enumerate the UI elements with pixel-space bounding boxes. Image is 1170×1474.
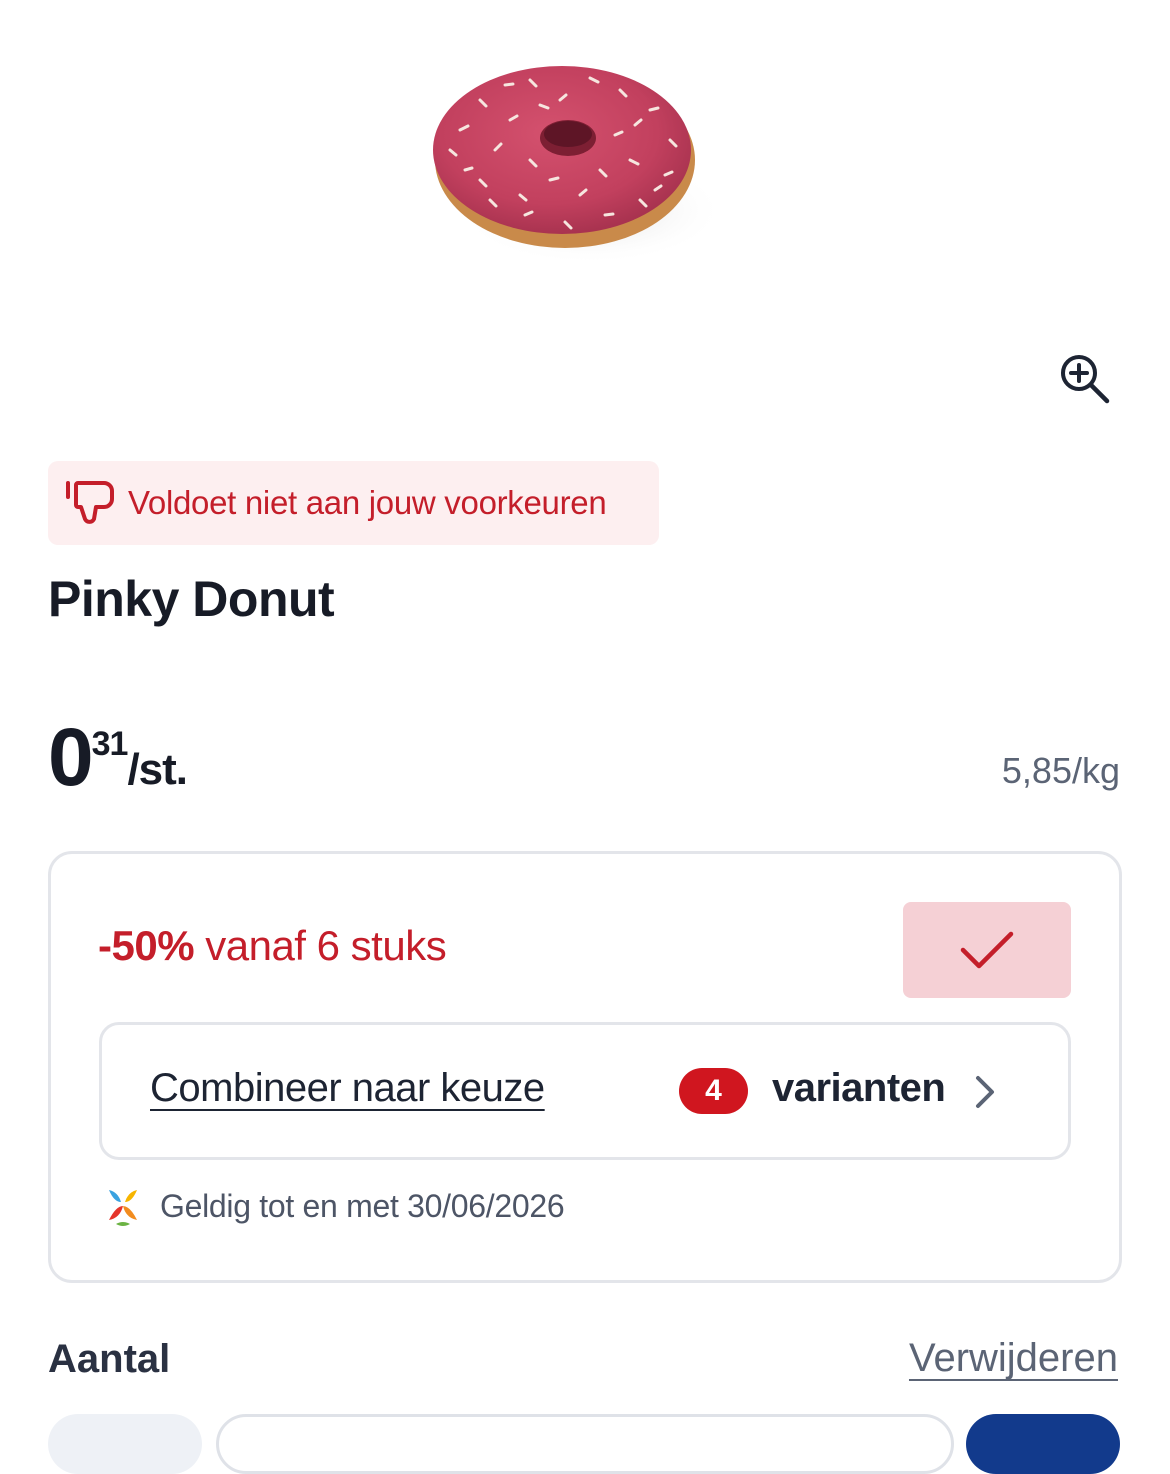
zoom-in-icon (1061, 355, 1110, 404)
price-per-kg: 5,85/kg (1001, 750, 1120, 791)
offer-condition: vanaf 6 stuks (194, 922, 447, 969)
quantity-decrease-button[interactable] (48, 1414, 202, 1474)
quantity-increase-button[interactable] (966, 1414, 1120, 1474)
checkmark-icon (960, 931, 1014, 969)
preference-warning-banner: Voldoet niet aan jouw voorkeuren (48, 461, 659, 545)
thumbs-down-icon (66, 481, 114, 524)
offer-selected-button[interactable] (903, 902, 1071, 998)
preference-warning-text: Voldoet niet aan jouw voorkeuren (128, 484, 607, 521)
quantity-label: Aantal (48, 1337, 171, 1381)
product-title: Pinky Donut (48, 571, 335, 627)
chevron-right-icon (970, 1072, 1000, 1112)
offer-text: -50% vanaf 6 stuks (98, 922, 447, 970)
combine-link[interactable]: Combineer naar keuze (150, 1066, 545, 1111)
price-cents: 31 (91, 725, 129, 763)
offer-discount: -50% (98, 922, 195, 969)
offer-validity-text: Geldig tot en met 30/06/2026 (160, 1188, 565, 1224)
remove-link[interactable]: Verwijderen (909, 1336, 1118, 1381)
variant-label: varianten (772, 1066, 946, 1110)
zoom-button[interactable] (1052, 346, 1118, 412)
brand-logo-icon (106, 1186, 140, 1228)
product-image (420, 40, 725, 280)
price-unit: /st. (127, 745, 188, 794)
variant-count-badge: 4 (679, 1068, 748, 1114)
price-integer: 0 (48, 712, 94, 803)
product-price: 0 31 /st. (48, 712, 188, 808)
quantity-input[interactable] (216, 1414, 954, 1474)
